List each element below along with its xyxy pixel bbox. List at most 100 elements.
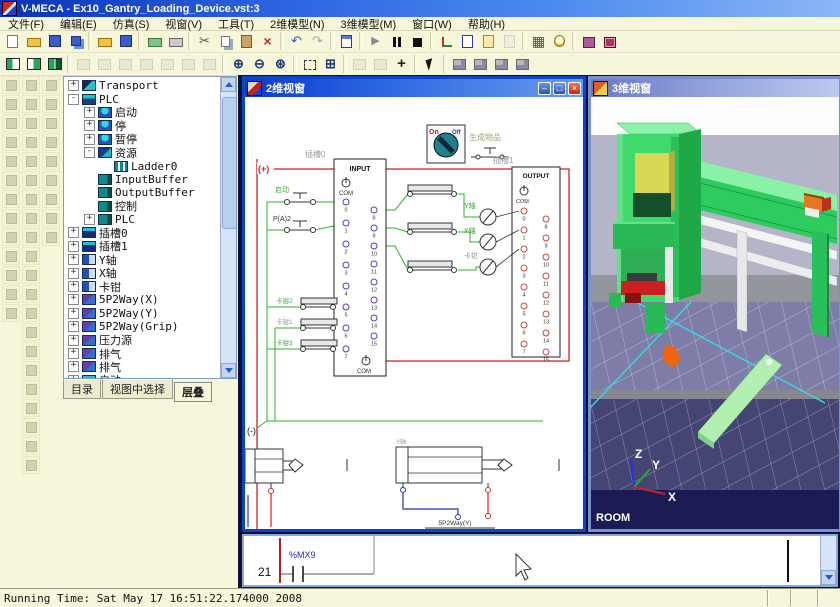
tree-expander-icon[interactable]: +	[68, 80, 79, 91]
window-2d-view[interactable]: 2维视窗 – □ × (+) (-)	[242, 76, 586, 532]
palette-tool-icon[interactable]	[22, 323, 40, 341]
print-icon[interactable]	[165, 32, 186, 51]
palette-tool-icon[interactable]	[2, 285, 20, 303]
tree-expander-icon[interactable]: +	[84, 214, 95, 225]
palette-tool-icon[interactable]	[42, 152, 60, 170]
tree-scrollbar[interactable]	[220, 77, 236, 378]
palette-tool-icon[interactable]	[22, 114, 40, 132]
new-icon[interactable]	[2, 32, 23, 51]
tree-expander-icon[interactable]: +	[68, 308, 79, 319]
palette-tool-icon[interactable]	[22, 361, 40, 379]
palette-tool-icon[interactable]	[2, 114, 20, 132]
save-model-icon[interactable]	[115, 32, 136, 51]
tree-expander-icon[interactable]: +	[68, 227, 79, 238]
palette-tool-icon[interactable]	[2, 190, 20, 208]
layout-2d3d-icon[interactable]	[23, 55, 44, 74]
palette-tool-icon[interactable]	[2, 152, 20, 170]
report-warning-icon[interactable]	[478, 32, 499, 51]
cut-icon[interactable]: ✂	[194, 32, 215, 51]
palette-tool-icon[interactable]	[42, 228, 60, 246]
palette-tool-icon[interactable]	[22, 399, 40, 417]
tree-item-20[interactable]: +排气	[64, 347, 221, 360]
palette-tool-icon[interactable]	[2, 171, 20, 189]
tree-expander-icon[interactable]: +	[68, 254, 79, 265]
tree-tab-0[interactable]: 目录	[63, 379, 101, 399]
palette-tool-icon[interactable]	[22, 456, 40, 474]
palette-tool-icon[interactable]	[22, 209, 40, 227]
tree-item-18[interactable]: +5P2Way(Grip)	[64, 320, 221, 333]
move-item-icon[interactable]: +	[391, 55, 412, 74]
tree-item-1[interactable]: -PLC	[64, 92, 221, 105]
palette-tool-icon[interactable]	[22, 418, 40, 436]
palette-tool-icon[interactable]	[2, 133, 20, 151]
zoom-out-icon[interactable]: ⊖	[249, 55, 270, 74]
hint-bulb-icon[interactable]	[549, 32, 570, 51]
select-rect-icon[interactable]	[299, 55, 320, 74]
palette-tool-icon[interactable]	[42, 76, 60, 94]
palette-tool-icon[interactable]	[22, 266, 40, 284]
layout-split-icon[interactable]	[44, 55, 65, 74]
delete-icon[interactable]: ×	[257, 32, 278, 51]
tree-item-5[interactable]: -资源	[64, 146, 221, 159]
window-tile-horizontal-icon[interactable]	[491, 55, 512, 74]
tree-item-3[interactable]: +停	[64, 119, 221, 132]
tree-item-7[interactable]: InputBuffer	[64, 173, 221, 186]
palette-tool-icon[interactable]	[22, 152, 40, 170]
tree-expander-icon[interactable]: -	[84, 147, 95, 158]
palette-tool-icon[interactable]	[22, 342, 40, 360]
palette-tool-icon[interactable]	[2, 228, 20, 246]
tree-expander-icon[interactable]: +	[84, 120, 95, 131]
zoom-window-icon[interactable]: ⊞	[320, 55, 341, 74]
wire-connect-icon[interactable]	[436, 32, 457, 51]
palette-tool-icon[interactable]	[42, 133, 60, 151]
palette-tool-icon[interactable]	[2, 304, 20, 322]
palette-tool-icon[interactable]	[42, 190, 60, 208]
undo-icon[interactable]: ↶	[286, 32, 307, 51]
tree-tab-2[interactable]: 层叠	[174, 382, 212, 402]
cylinder-x[interactable]	[245, 449, 303, 494]
knob-switch[interactable]: On Off	[427, 125, 465, 163]
stop-icon[interactable]	[407, 32, 428, 51]
tree-item-21[interactable]: +排气	[64, 360, 221, 373]
tree-item-2[interactable]: +启动	[64, 106, 221, 119]
save-all-icon[interactable]	[65, 32, 86, 51]
palette-tool-icon[interactable]	[22, 437, 40, 455]
window-cascade-icon[interactable]	[449, 55, 470, 74]
tree-expander-icon[interactable]: +	[68, 281, 79, 292]
print-preview-icon[interactable]	[144, 32, 165, 51]
close-icon[interactable]: ×	[568, 82, 581, 95]
tree-item-8[interactable]: OutputBuffer	[64, 186, 221, 199]
tree-expander-icon[interactable]: +	[68, 241, 79, 252]
cylinder-y[interactable]: Y轴	[396, 438, 512, 493]
tree-item-16[interactable]: +5P2Way(X)	[64, 293, 221, 306]
tree-tab-1[interactable]: 视图中选择	[102, 379, 173, 399]
palette-tool-icon[interactable]	[22, 304, 40, 322]
copy-icon[interactable]	[215, 32, 236, 51]
grid-table-icon[interactable]: ▦	[528, 32, 549, 51]
tree-item-14[interactable]: +X轴	[64, 266, 221, 279]
tree-item-10[interactable]: +PLC	[64, 213, 221, 226]
tree-item-4[interactable]: +暂停	[64, 133, 221, 146]
palette-tool-icon[interactable]	[22, 133, 40, 151]
palette-tool-icon[interactable]	[22, 95, 40, 113]
minimize-icon[interactable]: –	[538, 82, 551, 95]
window-tile-vertical-icon[interactable]	[470, 55, 491, 74]
palette-tool-icon[interactable]	[22, 228, 40, 246]
open-icon[interactable]	[23, 32, 44, 51]
play-icon[interactable]: ▶	[365, 32, 386, 51]
tree-item-12[interactable]: +插槽1	[64, 240, 221, 253]
layout-2d-icon[interactable]	[2, 55, 23, 74]
window-3d-view[interactable]: 3维视窗	[588, 76, 840, 532]
paste-icon[interactable]	[236, 32, 257, 51]
ladder-scroll-down-icon[interactable]	[821, 570, 836, 585]
tree-expander-icon[interactable]: +	[68, 348, 79, 359]
tree-expander-icon[interactable]: +	[84, 107, 95, 118]
tree-item-6[interactable]: Ladder0	[64, 159, 221, 172]
ladder-scrollbar[interactable]	[820, 536, 836, 585]
tree-item-11[interactable]: +插槽0	[64, 226, 221, 239]
palette-tool-icon[interactable]	[22, 247, 40, 265]
palette-tool-icon[interactable]	[22, 171, 40, 189]
tree-expander-icon[interactable]: +	[84, 134, 95, 145]
maximize-icon[interactable]: □	[553, 82, 566, 95]
palette-tool-icon[interactable]	[42, 209, 60, 227]
